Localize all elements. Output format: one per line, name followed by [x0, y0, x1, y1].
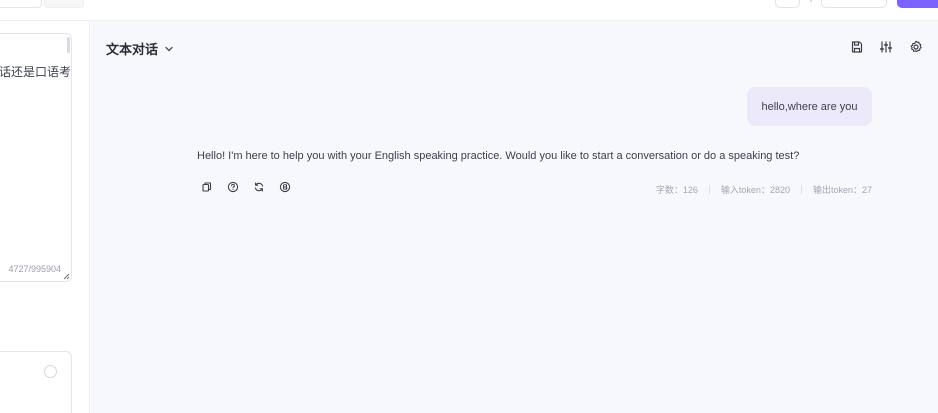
toolbar-icon-button[interactable]	[775, 0, 800, 8]
message-actions	[201, 181, 291, 193]
tab-segment-right[interactable]	[44, 0, 84, 8]
top-bar	[0, 0, 938, 21]
chat-title: 文本对话	[106, 42, 159, 57]
toolbar-secondary-button[interactable]	[821, 0, 887, 8]
brand-icon[interactable]	[279, 181, 291, 193]
stat-char-count: 字数：126	[655, 185, 698, 195]
copy-icon[interactable]	[201, 181, 213, 193]
left-panel: 话还是口语考 4727/995904	[0, 21, 90, 413]
toolbar-divider	[810, 0, 812, 2]
chevron-down-icon	[165, 46, 173, 51]
sliders-icon[interactable]	[878, 39, 894, 55]
resize-handle-icon[interactable]	[63, 273, 70, 280]
stat-divider	[708, 185, 710, 194]
help-icon[interactable]	[227, 181, 239, 193]
refresh-icon[interactable]	[253, 181, 265, 193]
prompt-scrollbar[interactable]	[67, 37, 70, 53]
settings-gear-icon[interactable]	[908, 39, 924, 55]
prompt-char-count: 4727/995904	[8, 264, 61, 274]
stat-input-tokens: 输入token：2820	[720, 185, 790, 195]
toolbar-primary-button[interactable]	[897, 0, 938, 8]
message-stats: 字数：126 输入token：2820 输出token：27	[656, 183, 872, 196]
assistant-message: Hello! I'm here to help you with your En…	[197, 150, 800, 162]
stat-output-tokens: 输出token：27	[812, 185, 872, 195]
save-icon[interactable]	[849, 39, 865, 55]
prompt-text: 话还是口语考	[0, 65, 72, 79]
left-option-card[interactable]	[0, 351, 72, 413]
prompt-textarea[interactable]: 话还是口语考 4727/995904	[0, 33, 72, 282]
chat-panel: 文本对话 hello,where are you Hello! I'm here…	[91, 21, 938, 413]
option-radio[interactable]	[44, 365, 57, 378]
chat-mode-dropdown[interactable]: 文本对话	[106, 39, 174, 58]
tab-segment-left[interactable]	[0, 0, 42, 8]
stat-divider	[800, 185, 802, 194]
user-message-bubble: hello,where are you	[747, 87, 872, 126]
